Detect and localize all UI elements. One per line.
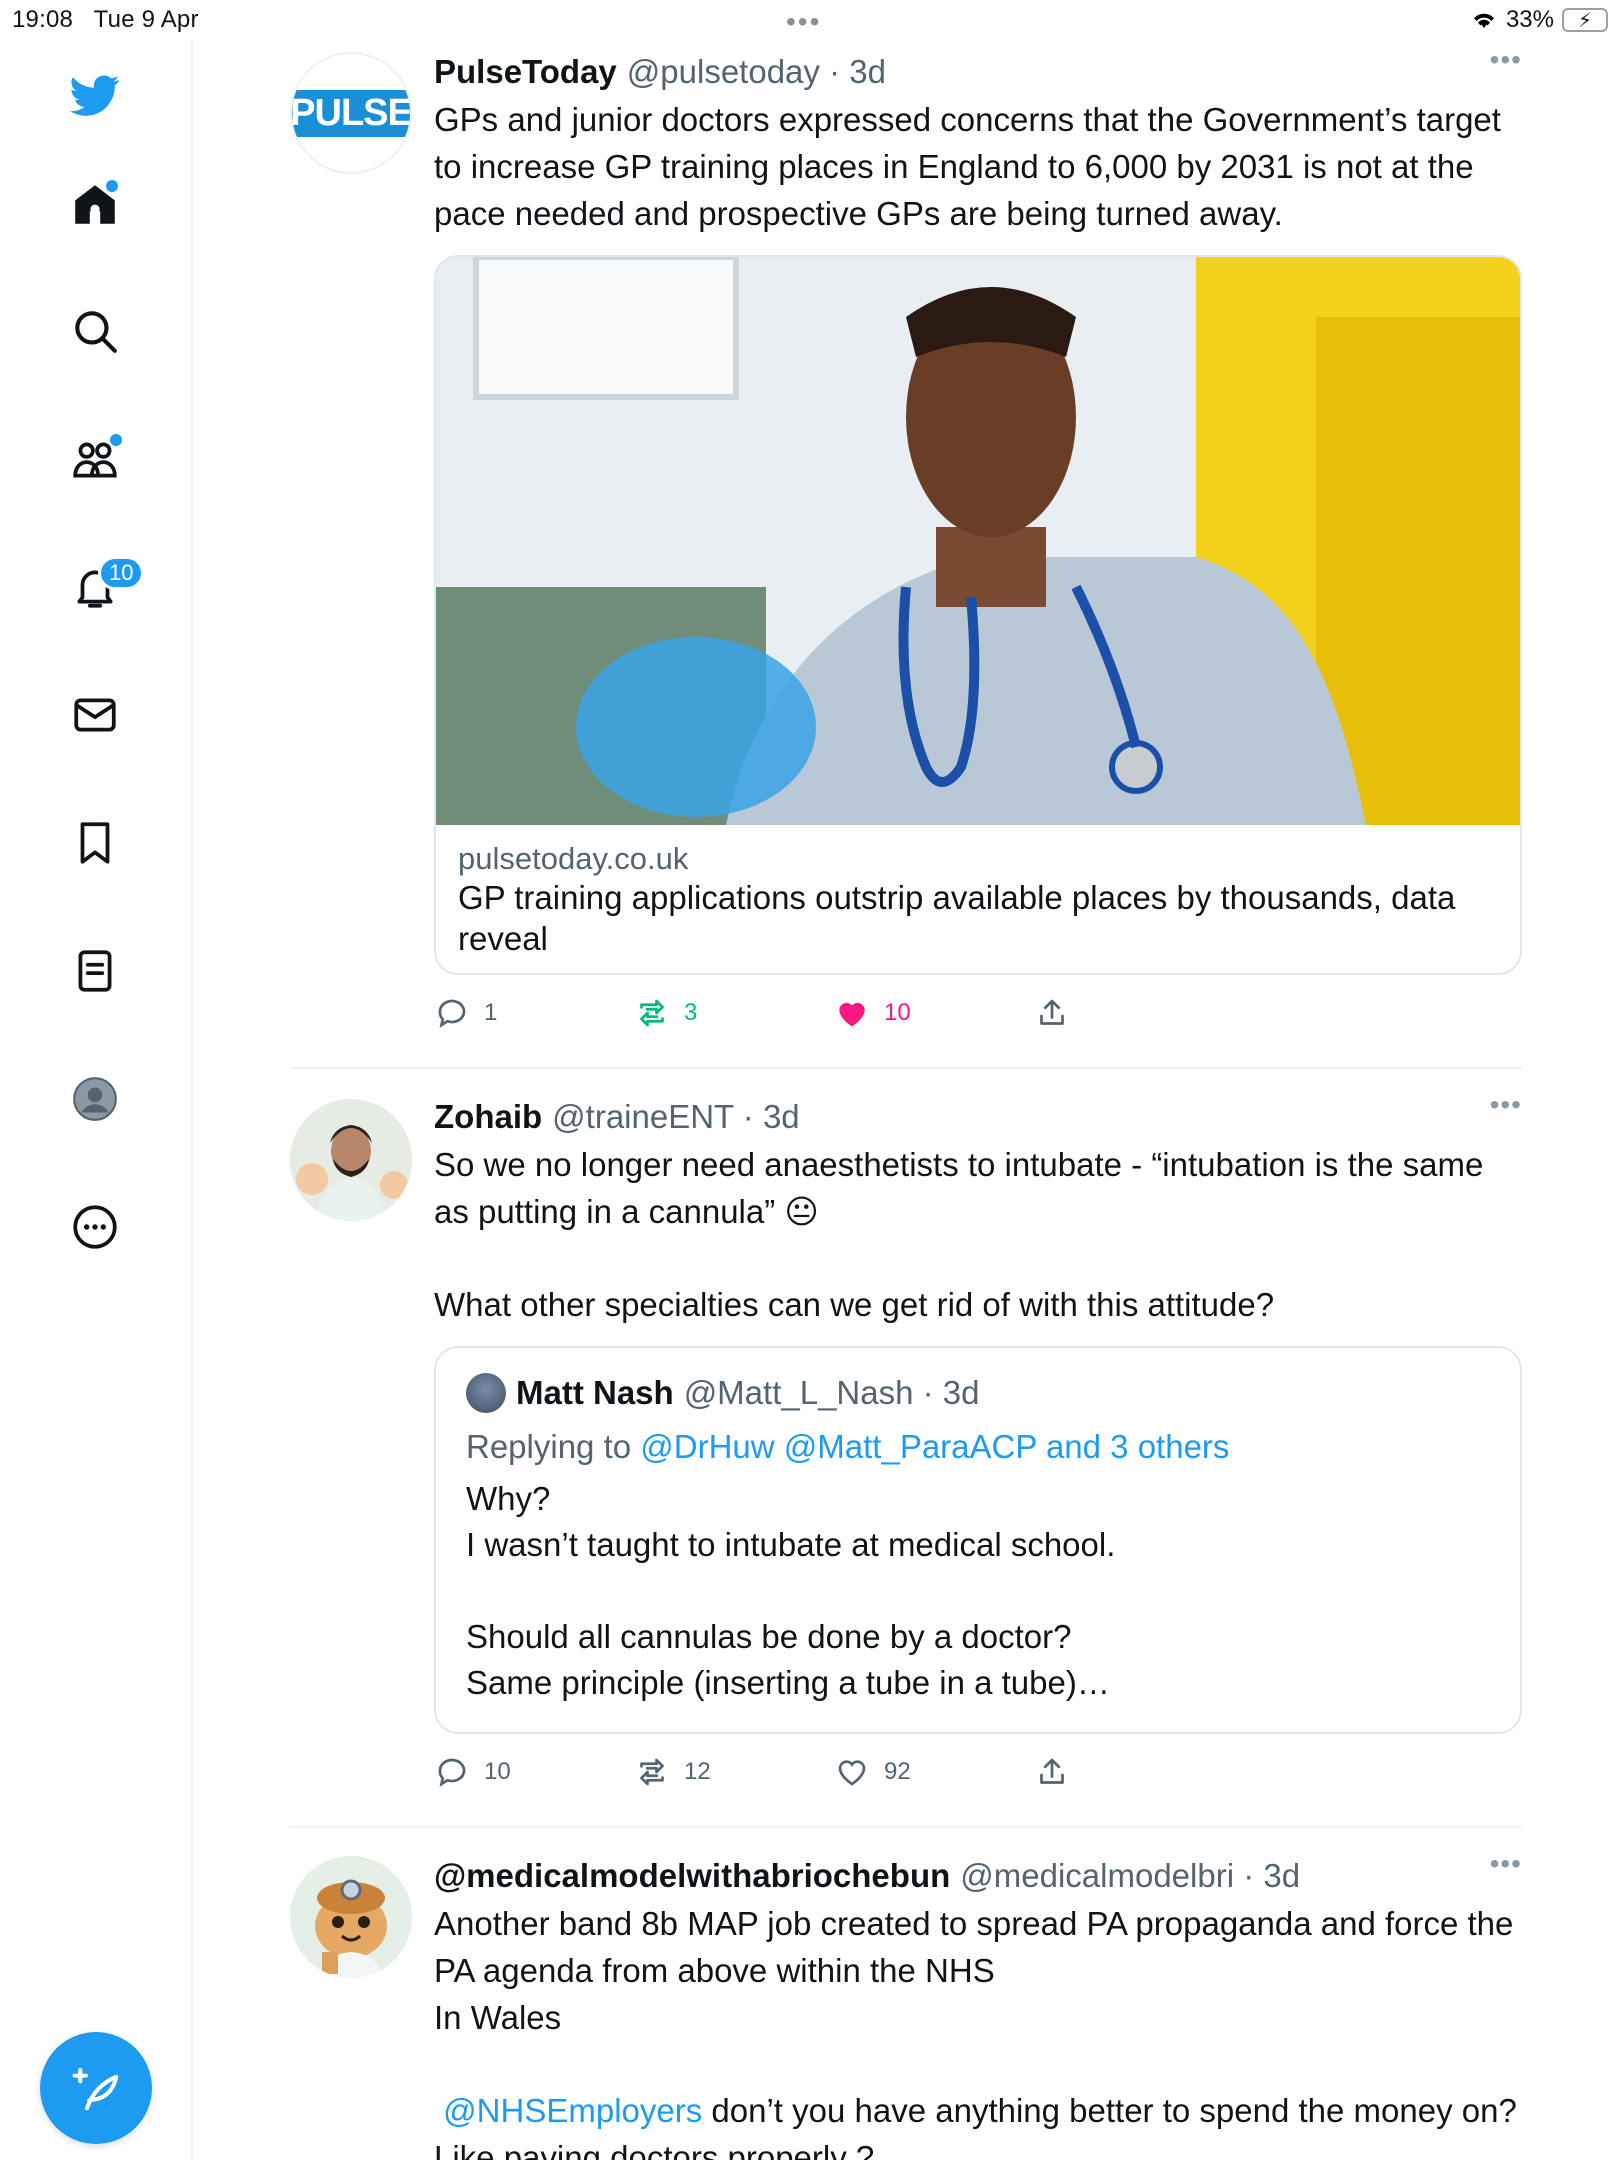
card-title: GP training applications outstrip availa… xyxy=(458,879,1456,957)
search-icon xyxy=(75,311,117,353)
sidebar: 10 xyxy=(0,40,193,2160)
quote-avatar xyxy=(466,1373,506,1413)
nav-profile[interactable] xyxy=(66,1070,124,1128)
tweet-text: Another band 8b MAP job created to sprea… xyxy=(434,1900,1522,2160)
heart-filled-icon xyxy=(839,1002,865,1027)
reply-button[interactable]: 1 xyxy=(434,995,634,1031)
quote-header: Matt Nash @Matt_L_Nash · 3d xyxy=(466,1370,1490,1416)
share-button[interactable] xyxy=(1034,995,1234,1031)
compose-tweet-button[interactable] xyxy=(40,2032,152,2144)
tweet-actions: 1 3 10 xyxy=(434,975,1522,1051)
bookmark-icon xyxy=(80,822,110,864)
tweet-more-icon[interactable]: ••• xyxy=(1490,1089,1522,1121)
avatar[interactable] xyxy=(290,1856,412,1978)
tweet-text-line: Another band 8b MAP job created to sprea… xyxy=(434,1905,1514,1989)
author-handle[interactable]: @traineENT · 3d xyxy=(552,1098,800,1136)
retweet-count: 3 xyxy=(684,999,698,1026)
article-image xyxy=(436,257,1520,825)
retweet-count: 12 xyxy=(684,1758,711,1785)
author-name[interactable]: @medicalmodelwithabriochebun xyxy=(434,1857,950,1895)
tweet[interactable]: @medicalmodelwithabriochebun @medicalmod… xyxy=(290,1828,1522,2160)
notifications-badge: 10 xyxy=(98,556,145,590)
replying-to-links[interactable]: @DrHuw @Matt_ParaACP and 3 others xyxy=(640,1428,1229,1465)
timeline: PULSE PulseToday @pulsetoday · 3d ••• GP… xyxy=(290,40,1522,2160)
like-button[interactable]: 10 xyxy=(834,995,1034,1031)
nav-communities[interactable] xyxy=(66,430,124,488)
status-indicators: 33% ⚡ xyxy=(1470,6,1608,34)
multitask-dots[interactable]: ••• xyxy=(786,6,821,38)
profile-icon xyxy=(73,1077,117,1121)
retweet-button[interactable]: 3 xyxy=(634,995,834,1031)
author-name[interactable]: Zohaib xyxy=(434,1098,542,1136)
like-count: 92 xyxy=(884,1758,911,1785)
mention-link[interactable]: @NHSEmployers xyxy=(443,2092,702,2129)
quote-author-name: Matt Nash xyxy=(516,1374,674,1411)
like-button[interactable]: 92 xyxy=(834,1754,1034,1790)
quote-author-handle: @Matt_L_Nash · 3d xyxy=(683,1374,980,1411)
share-icon xyxy=(1040,999,1064,1025)
tweet-text: GPs and junior doctors expressed concern… xyxy=(434,101,1501,232)
status-bar: 19:08 Tue 9 Apr ••• 33% ⚡ xyxy=(0,0,1620,40)
retweet-icon xyxy=(640,1758,664,1786)
reply-button[interactable]: 10 xyxy=(434,1754,634,1790)
retweet-button[interactable]: 12 xyxy=(634,1754,834,1790)
tweet-text-line: In Wales xyxy=(434,1999,562,2036)
list-icon xyxy=(78,950,112,992)
card-meta: pulsetoday.co.uk GP training application… xyxy=(436,825,1520,973)
communities-unread-dot xyxy=(110,434,122,446)
quoted-tweet[interactable]: Matt Nash @Matt_L_Nash · 3d Replying to … xyxy=(434,1346,1522,1734)
tweet-text-line: So we no longer need anaesthetists to in… xyxy=(434,1146,1484,1230)
author-name[interactable]: PulseToday xyxy=(434,53,617,91)
more-icon xyxy=(73,1205,117,1249)
battery-icon: ⚡ xyxy=(1562,8,1608,32)
home-unread-dot xyxy=(106,180,118,192)
share-button[interactable] xyxy=(1034,1754,1234,1790)
tweet-actions: 10 12 92 xyxy=(434,1734,1522,1810)
tweet-header: Zohaib @traineENT · 3d xyxy=(434,1093,1522,1141)
quote-text: Why? I wasn’t taught to intubate at medi… xyxy=(466,1480,1116,1701)
quote-replying-to: Replying to @DrHuw @Matt_ParaACP and 3 o… xyxy=(466,1428,1230,1465)
share-icon xyxy=(1040,1758,1064,1784)
card-domain: pulsetoday.co.uk xyxy=(458,841,689,876)
nav-home[interactable] xyxy=(66,176,124,234)
avatar[interactable]: PULSE xyxy=(290,52,412,174)
tweet[interactable]: Zohaib @traineENT · 3d ••• So we no long… xyxy=(290,1069,1522,1828)
reply-icon xyxy=(438,1758,466,1787)
avatar[interactable] xyxy=(290,1099,412,1221)
tweet-header: @medicalmodelwithabriochebun @medicalmod… xyxy=(434,1852,1522,1900)
reply-count: 1 xyxy=(484,999,498,1026)
compose-feather-icon xyxy=(72,2067,119,2111)
reply-icon xyxy=(438,999,466,1028)
nav-bookmarks[interactable] xyxy=(66,814,124,872)
tweet-text-line: @NHSEmployers don’t you have anything be… xyxy=(434,2092,1517,2160)
nav-more[interactable] xyxy=(66,1198,124,1256)
tweet-header: PulseToday @pulsetoday · 3d xyxy=(434,48,1522,96)
link-card[interactable]: pulsetoday.co.uk GP training application… xyxy=(434,255,1522,975)
tweet-text-line: What other specialties can we get rid of… xyxy=(434,1286,1275,1323)
mail-icon xyxy=(74,698,116,732)
tweet-more-icon[interactable]: ••• xyxy=(1490,44,1522,76)
twitter-logo-icon[interactable] xyxy=(66,66,124,124)
tweet[interactable]: PULSE PulseToday @pulsetoday · 3d ••• GP… xyxy=(290,40,1522,1069)
status-time: 19:08 Tue 9 Apr xyxy=(12,6,199,33)
tweet-more-icon[interactable]: ••• xyxy=(1490,1848,1522,1880)
nav-search[interactable] xyxy=(66,302,124,360)
reply-count: 10 xyxy=(484,1758,511,1785)
nav-messages[interactable] xyxy=(66,686,124,744)
author-handle[interactable]: @medicalmodelbri · 3d xyxy=(960,1857,1300,1895)
battery-percent: 33% xyxy=(1505,6,1554,33)
wifi-icon xyxy=(1473,13,1494,28)
pulse-logo: PULSE xyxy=(292,89,410,137)
nav-lists[interactable] xyxy=(66,942,124,1000)
like-count: 10 xyxy=(884,999,911,1026)
author-handle[interactable]: @pulsetoday · 3d xyxy=(627,53,886,91)
retweet-icon xyxy=(640,999,664,1027)
tweet-text: So we no longer need anaesthetists to in… xyxy=(434,1141,1522,1328)
heart-icon xyxy=(838,1760,866,1786)
